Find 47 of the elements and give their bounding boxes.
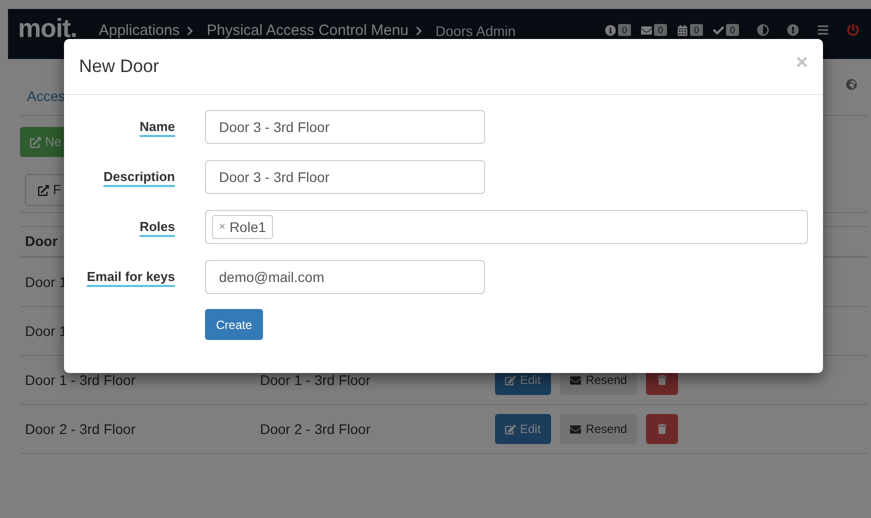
check-icon[interactable] bbox=[712, 24, 724, 36]
count-badge: 0 bbox=[618, 24, 631, 36]
envelope-icon[interactable] bbox=[640, 24, 652, 36]
contrast-icon[interactable] bbox=[757, 24, 769, 36]
table-cell: Door 1 - 3rd Floor bbox=[25, 372, 136, 388]
power-icon[interactable] bbox=[847, 24, 859, 36]
tags-field[interactable]: × Role1 bbox=[205, 210, 808, 244]
edit-button[interactable]: Edit bbox=[495, 414, 551, 444]
chevron-icon bbox=[184, 26, 195, 36]
count-badge: 0 bbox=[690, 24, 703, 36]
resend-button[interactable]: Resend bbox=[560, 414, 638, 444]
input-field[interactable]: demo@mail.com bbox=[205, 260, 485, 294]
external-link-icon bbox=[30, 136, 41, 148]
field-label: Description bbox=[103, 168, 175, 186]
remove-tag-button[interactable]: × bbox=[219, 218, 226, 236]
table-cell: Door 1 - 3rd Floor bbox=[260, 372, 370, 388]
menu-icon[interactable] bbox=[817, 24, 829, 36]
breadcrumb-link[interactable]: Acces bbox=[27, 86, 66, 106]
edit-icon bbox=[505, 374, 516, 386]
trash-icon bbox=[657, 424, 668, 434]
breadcrumb-link[interactable]: Doors Admin bbox=[436, 23, 516, 39]
modal-title: New Door bbox=[79, 55, 160, 78]
info-icon[interactable] bbox=[604, 24, 616, 36]
alert-icon[interactable] bbox=[787, 24, 799, 36]
field-label: Name bbox=[140, 118, 175, 136]
chevron-icon bbox=[414, 26, 424, 36]
logo[interactable]: moit. bbox=[18, 15, 77, 41]
field-label: Roles bbox=[140, 218, 175, 236]
tag-chip: × Role1 bbox=[212, 215, 274, 239]
input-field[interactable]: Door 3 - 3rd Floor bbox=[205, 160, 485, 194]
input-field[interactable]: Door 3 - 3rd Floor bbox=[205, 110, 485, 144]
external-link-icon bbox=[38, 184, 49, 196]
edit-icon bbox=[505, 424, 516, 434]
table-cell: Door 2 - 3rd Floor bbox=[25, 420, 136, 436]
create-button[interactable]: Create bbox=[205, 309, 264, 340]
envelope-icon bbox=[570, 424, 581, 434]
trash-icon bbox=[657, 375, 668, 385]
field-label: Email for keys bbox=[86, 268, 175, 286]
table-cell: Door 2 - 3rd Floor bbox=[260, 420, 370, 436]
envelope-icon bbox=[570, 374, 581, 386]
count-badge: 0 bbox=[726, 24, 739, 36]
column-header[interactable]: Door bbox=[25, 231, 58, 252]
breadcrumb-link[interactable]: Physical Access Control Menu bbox=[206, 23, 409, 39]
globe-icon[interactable] bbox=[846, 78, 857, 90]
calendar-icon[interactable] bbox=[676, 24, 688, 36]
count-badge: 0 bbox=[654, 24, 667, 36]
breadcrumb-link[interactable]: Applications bbox=[98, 23, 180, 39]
